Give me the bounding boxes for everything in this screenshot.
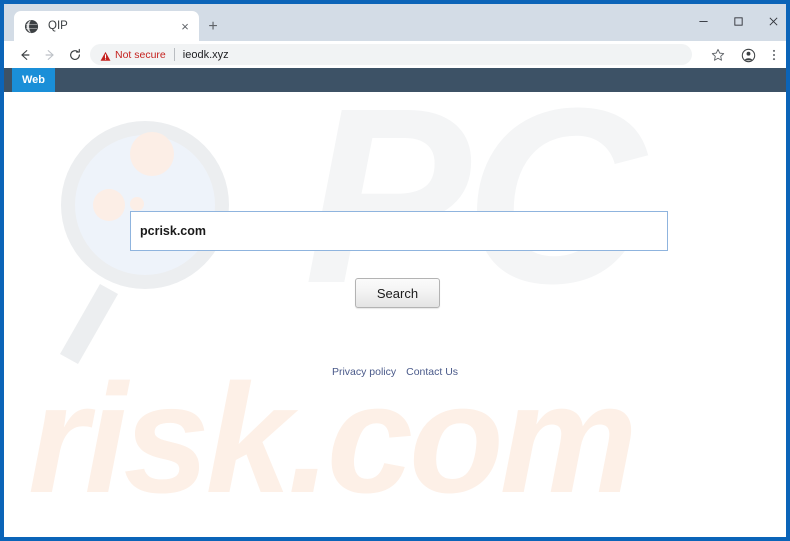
site-navbar: Web bbox=[4, 68, 786, 92]
close-icon[interactable]: × bbox=[177, 18, 193, 34]
address-bar[interactable]: Not secure ieodk.xyz bbox=[90, 44, 692, 65]
privacy-policy-link[interactable]: Privacy policy bbox=[332, 366, 396, 378]
forward-arrow-icon bbox=[40, 45, 60, 65]
minimize-icon[interactable] bbox=[688, 8, 718, 34]
tab-title: QIP bbox=[48, 20, 68, 32]
browser-window: QIP × + Not secure ieodk.xyz Web risk.co… bbox=[0, 0, 790, 541]
browser-tab[interactable]: QIP × bbox=[14, 11, 199, 41]
window-close-icon[interactable] bbox=[758, 8, 788, 34]
menu-icon[interactable] bbox=[764, 45, 784, 65]
search-form: pcrisk.com Search Privacy policy Contact… bbox=[4, 92, 786, 537]
reload-icon[interactable] bbox=[65, 45, 85, 65]
not-secure-label: Not secure bbox=[115, 48, 166, 61]
search-button[interactable]: Search bbox=[355, 278, 440, 308]
browser-toolbar: Not secure ieodk.xyz bbox=[4, 41, 786, 69]
page-content: PC risk.com pcrisk.com Search Privacy po… bbox=[4, 92, 786, 537]
contact-us-link[interactable]: Contact Us bbox=[406, 366, 458, 378]
url-text: ieodk.xyz bbox=[182, 48, 229, 61]
maximize-icon[interactable] bbox=[723, 8, 753, 34]
search-input[interactable]: pcrisk.com bbox=[130, 211, 668, 251]
bookmark-star-icon[interactable] bbox=[708, 45, 728, 65]
security-status[interactable]: Not secure bbox=[100, 49, 166, 61]
globe-icon bbox=[24, 19, 39, 34]
search-input-value: pcrisk.com bbox=[140, 224, 207, 238]
warning-triangle-icon bbox=[100, 49, 111, 61]
nav-tab-web-label: Web bbox=[22, 74, 46, 86]
search-button-label: Search bbox=[376, 285, 419, 301]
new-tab-icon[interactable]: + bbox=[203, 17, 223, 37]
footer-links: Privacy policy Contact Us bbox=[4, 366, 786, 378]
avatar[interactable] bbox=[738, 45, 758, 65]
back-arrow-icon[interactable] bbox=[15, 45, 35, 65]
tab-strip: QIP × + bbox=[4, 4, 786, 41]
nav-tab-web[interactable]: Web bbox=[12, 68, 56, 92]
omnibox-divider bbox=[173, 48, 175, 61]
